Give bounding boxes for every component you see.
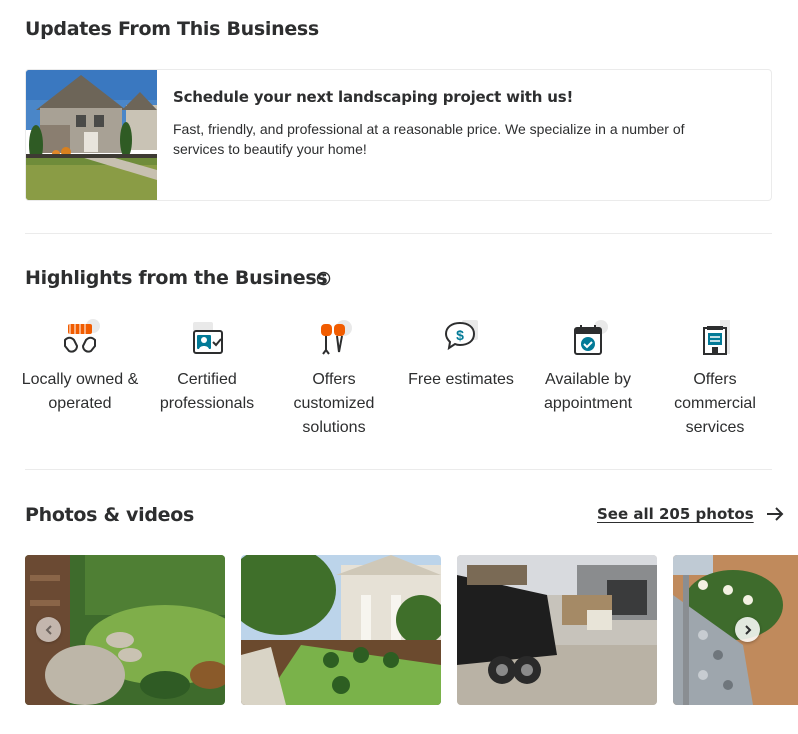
carousel-prev-button[interactable] — [36, 617, 61, 642]
photo-thumbnail[interactable] — [241, 555, 441, 705]
svg-text:$: $ — [456, 327, 464, 343]
highlight-locally-owned: Locally owned & operated — [16, 318, 144, 416]
estimate-icon: $ — [444, 320, 478, 351]
appointment-icon — [574, 320, 608, 355]
locally-owned-icon — [64, 319, 100, 353]
highlights-section-title: Highlights from the Business — [25, 267, 328, 289]
update-image — [26, 70, 157, 200]
highlight-appointment: Available by appointment — [524, 318, 652, 416]
highlight-label: Locally owned & operated — [21, 371, 139, 412]
arrow-right-icon — [766, 507, 784, 521]
see-all-photos-label[interactable]: See all 205 photos — [597, 505, 754, 523]
update-heading: Schedule your next landscaping project w… — [173, 88, 574, 106]
highlight-label: Certified professionals — [159, 371, 255, 412]
photo-carousel[interactable] — [25, 555, 798, 705]
update-card[interactable]: Schedule your next landscaping project w… — [25, 69, 772, 201]
section-divider — [25, 469, 772, 470]
highlight-label: Offers commercial services — [674, 371, 756, 436]
section-divider — [25, 233, 772, 234]
highlight-customized: Offers customized solutions — [270, 318, 398, 440]
highlight-label: Available by appointment — [543, 371, 633, 412]
photos-section-title: Photos & videos — [25, 504, 194, 526]
update-text: Fast, friendly, and professional at a re… — [173, 121, 685, 157]
chevron-right-icon — [744, 624, 751, 635]
commercial-icon — [703, 320, 730, 355]
highlight-certified: Certified professionals — [143, 318, 271, 416]
highlight-commercial: Offers commercial services — [651, 318, 779, 440]
chevron-left-icon — [45, 624, 52, 635]
info-icon[interactable] — [316, 271, 331, 286]
see-all-photos-link[interactable]: See all 205 photos — [597, 505, 784, 523]
highlight-label: Free estimates — [408, 371, 514, 388]
photo-thumbnail[interactable] — [457, 555, 657, 705]
highlight-free-estimates: $ Free estimates — [397, 318, 525, 392]
updates-section-title: Updates From This Business — [25, 18, 319, 40]
highlight-label: Offers customized solutions — [293, 371, 375, 436]
carousel-next-button[interactable] — [735, 617, 760, 642]
customized-icon — [321, 320, 352, 355]
certified-icon — [193, 322, 223, 354]
